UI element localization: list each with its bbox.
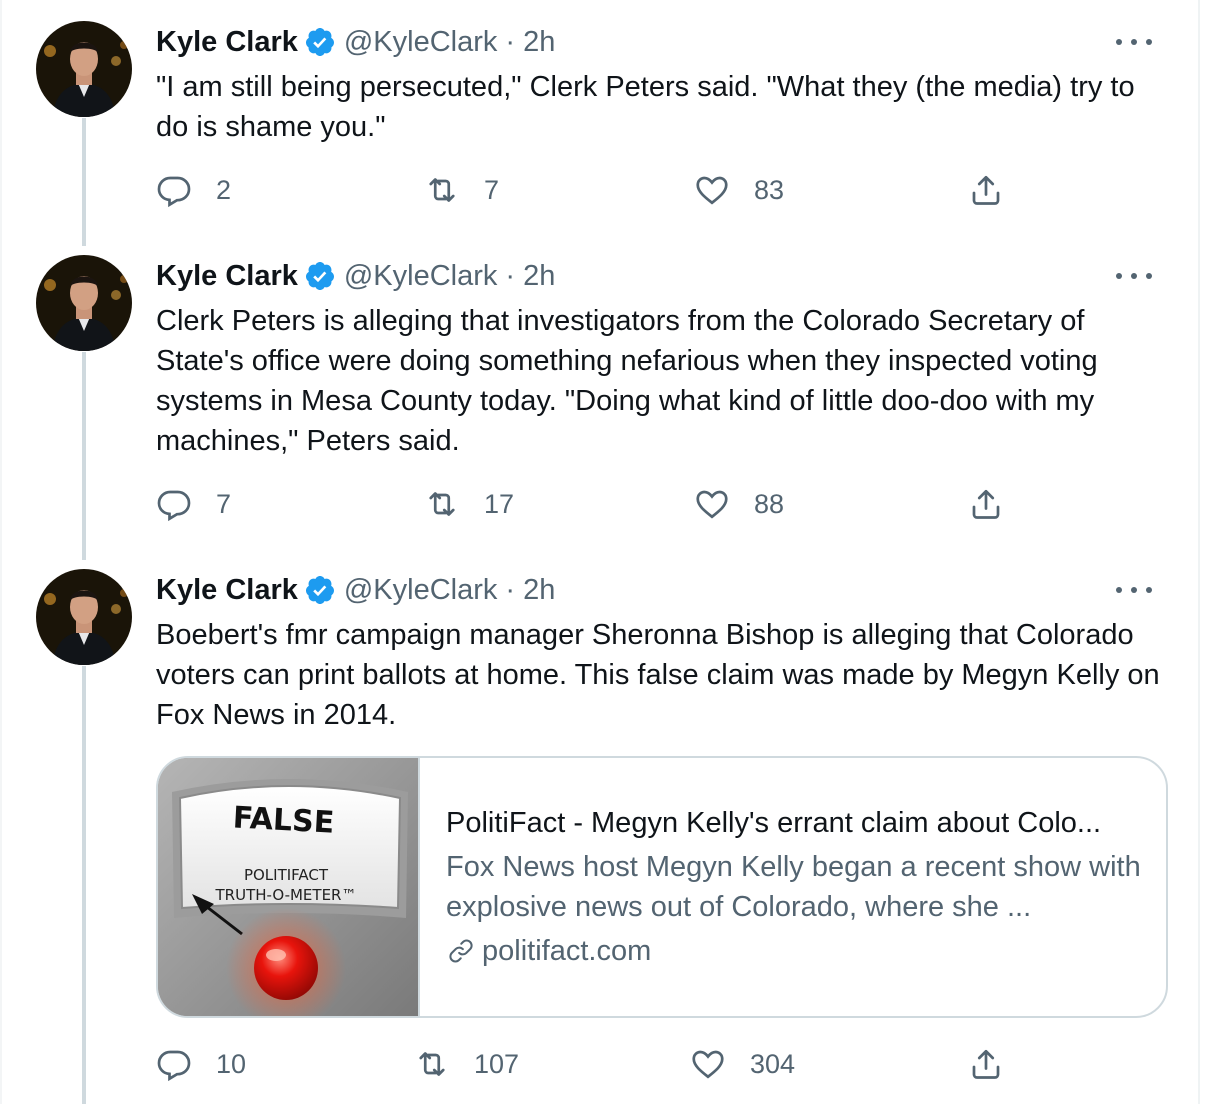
- retweet-count: 7: [484, 174, 500, 205]
- separator: ·: [505, 573, 516, 606]
- tweet-text: Boebert's fmr campaign manager Sheronna …: [156, 619, 1160, 731]
- more-icon[interactable]: [1116, 266, 1152, 286]
- avatar[interactable]: [36, 255, 132, 351]
- tweet-actions: 2 7 83: [156, 170, 1036, 210]
- like-icon: [692, 1050, 724, 1079]
- author-name[interactable]: Kyle Clark: [156, 260, 298, 293]
- share-button[interactable]: [968, 1044, 1004, 1084]
- retweet-icon: [419, 1052, 445, 1076]
- verified-badge-icon: [305, 262, 334, 290]
- timestamp[interactable]: 2h: [523, 260, 555, 293]
- reply-icon: [157, 490, 191, 522]
- reply-button[interactable]: 10: [156, 1044, 246, 1084]
- retweet-button[interactable]: 7: [424, 170, 499, 210]
- reply-count: 10: [216, 1048, 247, 1079]
- like-count: 304: [750, 1048, 796, 1079]
- thread-line: [82, 352, 86, 560]
- card-image-meter-label: TRUTH-O-METER™: [215, 886, 357, 904]
- tweet-actions: 10 107 304: [156, 1044, 1036, 1084]
- reply-button[interactable]: 7: [156, 484, 231, 524]
- tweet-text: "I am still being persecuted," Clerk Pet…: [156, 71, 1135, 143]
- link-icon: [449, 939, 473, 963]
- thread-line: [82, 666, 86, 1104]
- retweet-button[interactable]: 17: [424, 484, 514, 524]
- retweet-icon: [429, 178, 455, 202]
- like-count: 83: [754, 174, 785, 205]
- retweet-count: 107: [474, 1048, 520, 1079]
- like-button[interactable]: 88: [694, 484, 784, 524]
- retweet-icon: [429, 492, 455, 516]
- share-button[interactable]: [968, 170, 1004, 210]
- reply-count: 2: [216, 174, 232, 205]
- avatar[interactable]: [36, 21, 132, 117]
- separator: ·: [505, 25, 516, 58]
- avatar[interactable]: [36, 569, 132, 665]
- author-handle[interactable]: @KyleClark: [344, 260, 498, 293]
- tweet-header: Kyle Clark @KyleClark · 2h: [156, 568, 555, 612]
- retweet-count: 17: [484, 488, 515, 519]
- author-handle[interactable]: @KyleClark: [344, 574, 498, 607]
- reply-count: 7: [216, 488, 232, 519]
- card-description: Fox News host Megyn Kelly began a recent…: [446, 851, 1141, 923]
- share-icon: [972, 1049, 1000, 1079]
- reply-icon: [157, 176, 191, 208]
- verified-badge-icon: [305, 28, 334, 56]
- like-icon: [696, 176, 728, 205]
- like-count: 88: [754, 488, 785, 519]
- author-handle[interactable]: @KyleClark: [344, 26, 498, 59]
- tweet-header: Kyle Clark @KyleClark · 2h: [156, 254, 555, 298]
- more-icon[interactable]: [1116, 580, 1152, 600]
- card-domain-text: politifact.com: [482, 935, 652, 967]
- verified-badge-icon: [305, 576, 334, 604]
- author-name[interactable]: Kyle Clark: [156, 574, 298, 607]
- share-button[interactable]: [968, 484, 1004, 524]
- like-icon: [696, 490, 728, 519]
- more-icon[interactable]: [1116, 32, 1152, 52]
- separator: ·: [505, 259, 516, 292]
- card-text: PolitiFact - Megyn Kelly's errant claim …: [420, 758, 1166, 1016]
- timestamp[interactable]: 2h: [523, 574, 555, 607]
- author-name[interactable]: Kyle Clark: [156, 26, 298, 59]
- card-title[interactable]: PolitiFact - Megyn Kelly's errant claim …: [446, 803, 1166, 843]
- like-button[interactable]: 83: [694, 170, 784, 210]
- tweet-header: Kyle Clark @KyleClark · 2h: [156, 20, 555, 64]
- link-card[interactable]: FALSE POLITIFACT TRUTH-O-METER™ PolitiFa…: [156, 756, 1168, 1018]
- tweet[interactable]: Kyle Clark @KyleClark · 2h "I am still b…: [0, 0, 1200, 240]
- share-icon: [972, 489, 1000, 519]
- like-button[interactable]: 304: [690, 1044, 795, 1084]
- card-image-false-label: FALSE: [232, 800, 335, 840]
- card-domain[interactable]: politifact.com: [446, 931, 1166, 971]
- retweet-button[interactable]: 107: [414, 1044, 519, 1084]
- reply-icon: [157, 1050, 191, 1082]
- card-image: FALSE POLITIFACT TRUTH-O-METER™: [158, 758, 420, 1016]
- reply-button[interactable]: 2: [156, 170, 231, 210]
- timestamp[interactable]: 2h: [523, 26, 555, 59]
- share-icon: [972, 175, 1000, 205]
- card-image-politifact-label: POLITIFACT: [244, 866, 329, 884]
- tweet-actions: 7 17 88: [156, 484, 1036, 524]
- tweet-text: Clerk Peters is alleging that investigat…: [156, 305, 1098, 457]
